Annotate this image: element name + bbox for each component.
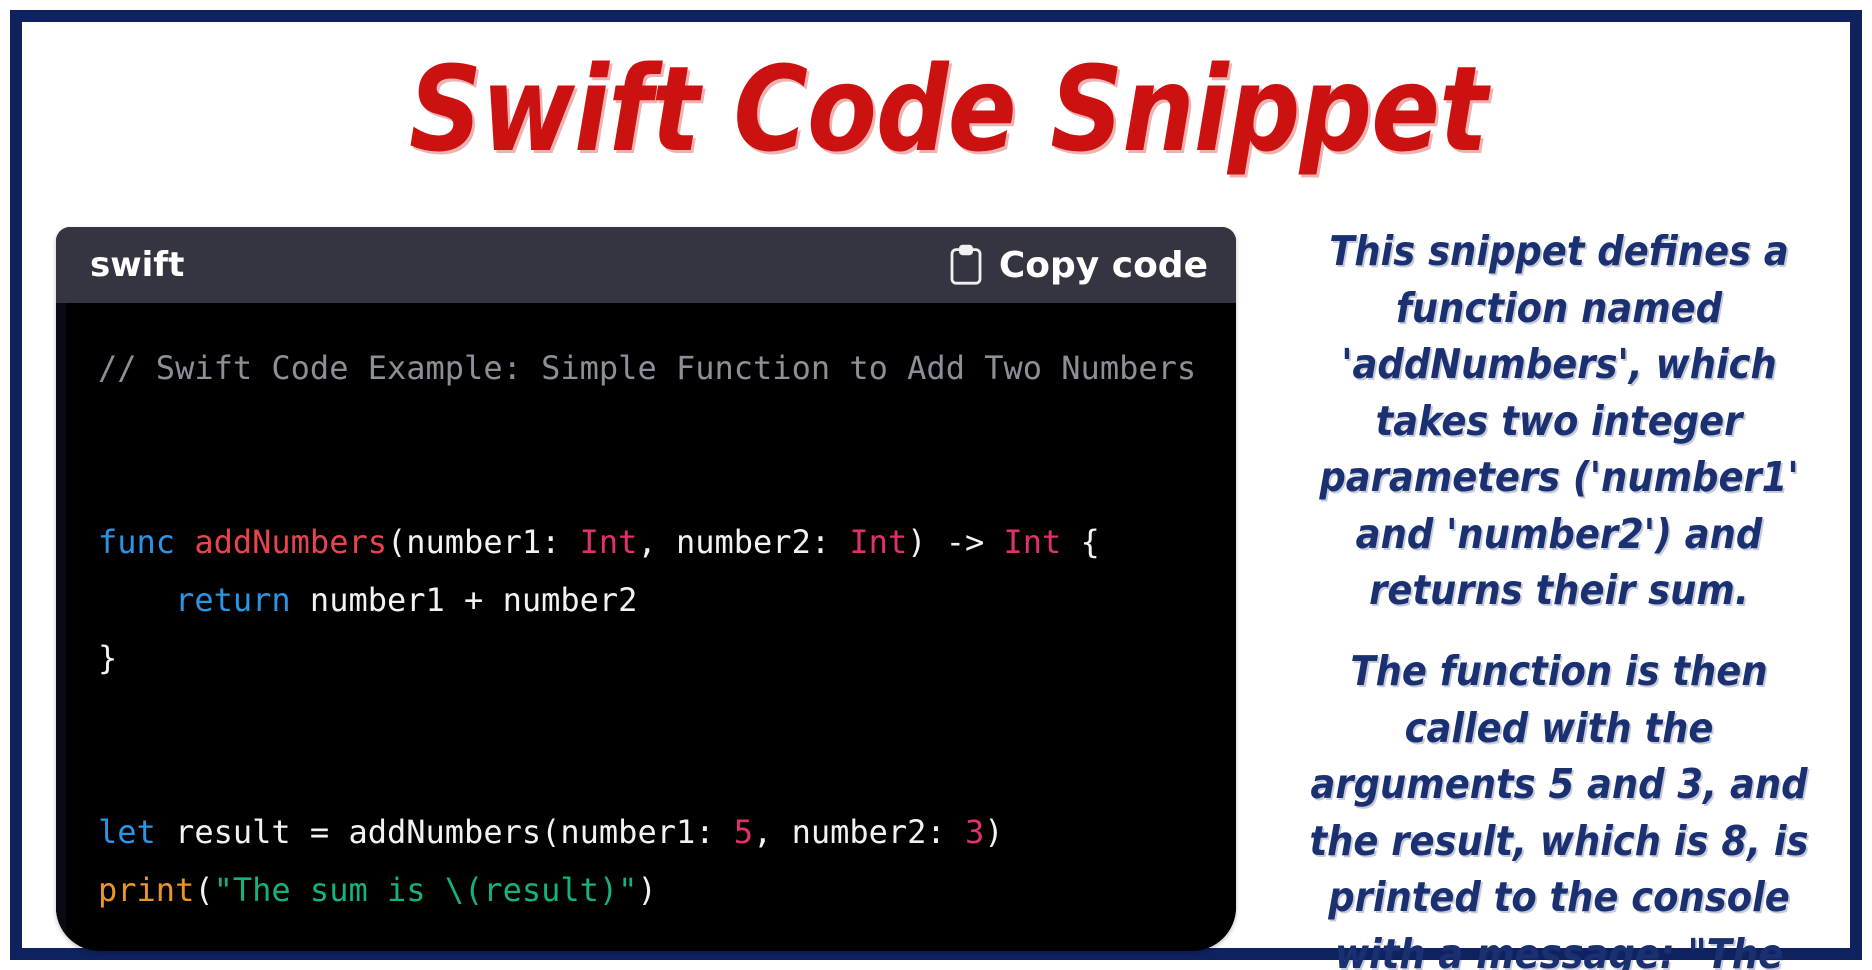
- code-token-plain: (number1:: [386, 523, 580, 561]
- code-token-type: Int: [849, 523, 908, 561]
- copy-code-button[interactable]: Copy code: [949, 244, 1208, 286]
- code-line: func addNumbers(number1: Int, number2: I…: [56, 513, 1236, 571]
- clipboard-icon: [949, 244, 983, 286]
- description-paragraph: This snippet defines a function named 'a…: [1319, 227, 1799, 615]
- description-paragraph: The function is then called with the arg…: [1309, 647, 1809, 970]
- code-line: // Swift Code Example: Simple Function t…: [56, 339, 1236, 397]
- main-content: swift Copy code // Swift Code Example: S…: [34, 197, 1862, 970]
- code-token-fn: addNumbers: [194, 523, 387, 561]
- code-token-plain: }: [98, 639, 118, 677]
- code-token-num: 5: [733, 813, 754, 851]
- code-block-header: swift Copy code: [56, 227, 1236, 303]
- code-line: print("The sum is \(result)"): [56, 861, 1236, 919]
- copy-code-label: Copy code: [998, 244, 1208, 286]
- code-token-comment: // Swift Code Example: Simple Function t…: [98, 349, 1197, 387]
- code-token-str: "The sum is \(result)": [213, 871, 638, 909]
- navy-border-frame: Swift Code Snippet swift Copy code // Sw…: [10, 10, 1862, 970]
- code-token-plain: number1 + number2: [290, 581, 638, 619]
- slide-canvas: Swift Code Snippet swift Copy code // Sw…: [0, 0, 1872, 970]
- code-body[interactable]: // Swift Code Example: Simple Function t…: [56, 303, 1236, 951]
- code-token-plain: ) ->: [907, 523, 1004, 561]
- code-token-plain: (: [194, 871, 214, 909]
- code-line: return number1 + number2: [56, 571, 1236, 629]
- code-line: let result = addNumbers(number1: 5, numb…: [56, 803, 1236, 861]
- page-title: Swift Code Snippet: [409, 40, 1488, 178]
- code-token-plain: ): [984, 813, 1004, 851]
- code-token-num: 3: [964, 813, 985, 851]
- code-token-plain: , number2:: [637, 523, 850, 561]
- code-token-plain: , number2:: [753, 813, 965, 851]
- code-line: }: [56, 629, 1236, 687]
- description-column: This snippet defines a function named 'a…: [1256, 223, 1862, 970]
- code-token-type: Int: [579, 523, 638, 561]
- code-token-type: Int: [1003, 523, 1062, 561]
- code-token-plain: {: [1061, 523, 1100, 561]
- code-token-plain: result = addNumbers(number1:: [155, 813, 734, 851]
- code-token-kw: return: [175, 581, 291, 619]
- language-label: swift: [90, 245, 185, 285]
- code-block-card: swift Copy code // Swift Code Example: S…: [56, 227, 1236, 951]
- code-token-kw: func: [98, 523, 195, 561]
- code-token-kw: let: [98, 813, 156, 851]
- code-token-plain: ): [637, 871, 657, 909]
- code-token-print: print: [98, 871, 195, 909]
